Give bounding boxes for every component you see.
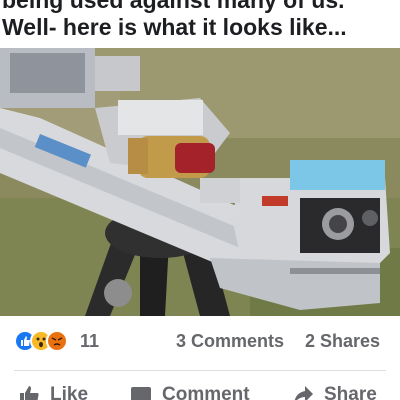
like-label: Like: [50, 384, 89, 400]
post-photo[interactable]: [0, 48, 400, 316]
thumbs-up-icon: [20, 386, 39, 400]
comment-icon: [131, 387, 151, 400]
shares-count[interactable]: 2 Shares: [305, 331, 380, 352]
share-label: Share: [324, 384, 377, 400]
comments-count[interactable]: 3 Comments: [176, 331, 284, 352]
share-arrow-icon: [294, 386, 313, 400]
divider: [14, 370, 386, 371]
post-text: being used against many of us. Well- her…: [0, 0, 400, 48]
comment-label: Comment: [162, 384, 250, 400]
reactions-bar: 11 3 Comments 2 Shares: [0, 324, 400, 360]
like-button[interactable]: Like: [18, 382, 108, 400]
reaction-count[interactable]: 11: [80, 331, 99, 352]
post-text-line-2: Well- here is what it looks like...: [2, 14, 347, 40]
action-bar: Like Comment Share: [0, 378, 400, 400]
reaction-icons[interactable]: [14, 330, 78, 354]
share-button[interactable]: Share: [292, 382, 392, 400]
post-text-line-1: being used against many of us.: [2, 0, 345, 13]
angry-icon: [46, 330, 68, 352]
comment-button[interactable]: Comment: [130, 382, 260, 400]
